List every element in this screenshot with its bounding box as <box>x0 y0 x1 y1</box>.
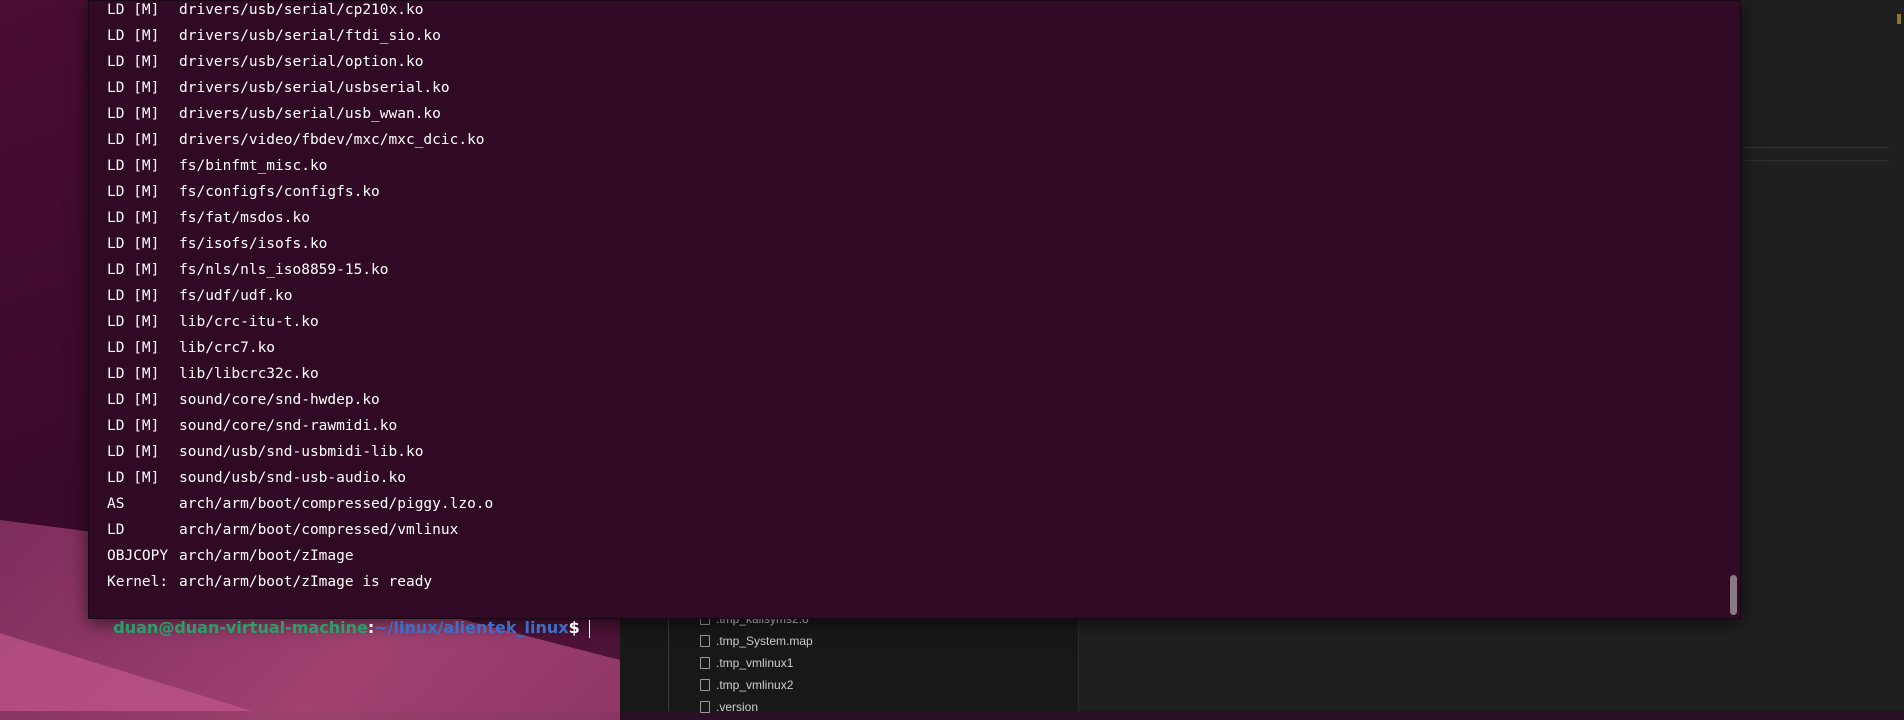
build-step-tag: LD [M] <box>107 106 160 122</box>
build-output-path: drivers/video/fbdev/mxc/mxc_dcic.ko <box>179 132 485 148</box>
file-icon <box>700 679 710 691</box>
terminal-line: LD [M] lib/libcrc32c.ko <box>107 365 319 391</box>
build-output-path: fs/udf/udf.ko <box>179 288 293 304</box>
terminal-line: LD [M] sound/usb/snd-usb-audio.ko <box>107 469 406 495</box>
build-output-path: lib/crc-itu-t.ko <box>179 314 319 330</box>
build-step-tag: LD [M] <box>107 2 160 18</box>
terminal-line: LD [M] sound/core/snd-rawmidi.ko <box>107 417 397 443</box>
build-output-path: sound/usb/snd-usbmidi-lib.ko <box>179 444 424 460</box>
terminal-line: LD [M] sound/usb/snd-usbmidi-lib.ko <box>107 443 423 469</box>
build-step-tag: LD [M] <box>107 314 160 330</box>
terminal-line: LD [M] drivers/usb/serial/cp210x.ko <box>107 1 423 27</box>
build-output-path: drivers/usb/serial/ftdi_sio.ko <box>179 28 441 44</box>
build-output-path: arch/arm/boot/zImage <box>179 548 354 564</box>
prompt-symbol: $ <box>568 618 580 637</box>
build-step-tag: LD [M] <box>107 262 160 278</box>
explorer-file-item[interactable]: .version <box>700 697 758 717</box>
build-output-path: sound/core/snd-hwdep.ko <box>179 392 380 408</box>
file-icon <box>700 657 710 669</box>
editor-divider <box>1744 147 1889 148</box>
terminal-line: LD [M] drivers/usb/serial/ftdi_sio.ko <box>107 27 441 53</box>
text-cursor <box>588 619 591 638</box>
build-output-path: drivers/usb/serial/usbserial.ko <box>179 80 450 96</box>
file-name: .tmp_System.map <box>716 634 813 648</box>
build-step-tag: LD [M] <box>107 210 160 226</box>
explorer-file-item[interactable]: .tmp_vmlinux1 <box>700 653 793 673</box>
explorer-file-item[interactable]: .tmp_vmlinux2 <box>700 675 793 695</box>
build-output-path: fs/binfmt_misc.ko <box>179 158 328 174</box>
build-step-tag: LD [M] <box>107 392 160 408</box>
build-step-tag: LD <box>107 522 125 538</box>
build-output-path: fs/fat/msdos.ko <box>179 210 310 226</box>
build-step-tag: LD [M] <box>107 80 160 96</box>
build-output-path: fs/nls/nls_iso8859-15.ko <box>179 262 389 278</box>
build-step-tag: OBJCOPY <box>107 548 169 564</box>
file-name: .version <box>716 700 759 714</box>
build-step-tag: LD [M] <box>107 444 160 460</box>
terminal-line: LD [M] lib/crc-itu-t.ko <box>107 313 319 339</box>
terminal-line: LD [M] fs/nls/nls_iso8859-15.ko <box>107 261 389 287</box>
build-output-path: drivers/usb/serial/option.ko <box>179 54 424 70</box>
build-step-tag: LD [M] <box>107 28 160 44</box>
terminal-line: LD [M] fs/isofs/isofs.ko <box>107 235 327 261</box>
terminal-output: LD [M] drivers/usb/serial/cp210x.ko LD [M]… <box>89 1 1720 618</box>
build-step-tag: LD [M] <box>107 158 160 174</box>
terminal-line: LD [M] drivers/video/fbdev/mxc/mxc_dcic.k… <box>107 131 485 157</box>
build-step-tag: Kernel: <box>107 574 169 590</box>
build-step-tag: AS <box>107 496 125 512</box>
terminal-line: OBJCOPY arch/arm/boot/zImage <box>107 547 354 573</box>
file-icon <box>700 701 710 713</box>
file-name: .tmp_vmlinux1 <box>716 656 794 670</box>
terminal-line: AS arch/arm/boot/compressed/piggy.lzo.o <box>107 495 493 521</box>
build-step-tag: LD [M] <box>107 340 160 356</box>
terminal-line: LD [M] fs/configfs/configfs.ko <box>107 183 380 209</box>
build-output-path: drivers/usb/serial/cp210x.ko <box>179 2 424 18</box>
terminal-window[interactable]: LD [M] drivers/usb/serial/cp210x.ko LD [M]… <box>88 0 1741 638</box>
terminal-line: LD [M] fs/fat/msdos.ko <box>107 209 310 235</box>
build-output-path: fs/configfs/configfs.ko <box>179 184 380 200</box>
terminal-line: LD [M] lib/crc7.ko <box>107 339 275 365</box>
build-step-tag: LD [M] <box>107 184 160 200</box>
prompt-user-host: duan@duan-virtual-machine <box>113 618 368 637</box>
terminal-line: LD [M] drivers/usb/serial/usb_wwan.ko <box>107 105 441 131</box>
build-step-tag: LD [M] <box>107 132 160 148</box>
build-output-path: fs/isofs/isofs.ko <box>179 236 328 252</box>
explorer-file-item[interactable]: .tmp_System.map <box>700 631 813 651</box>
terminal-line: LD [M] fs/binfmt_misc.ko <box>107 157 327 183</box>
minimap-marker <box>1897 14 1901 24</box>
build-output-path: arch/arm/boot/compressed/piggy.lzo.o <box>179 496 494 512</box>
file-icon <box>700 635 710 647</box>
terminal-line: LD arch/arm/boot/compressed/vmlinux <box>107 521 458 547</box>
indent-guide <box>668 610 669 711</box>
terminal-line: Kernel: arch/arm/boot/zImage is ready <box>107 573 432 599</box>
build-output-path: arch/arm/boot/compressed/vmlinux <box>179 522 459 538</box>
file-name: .tmp_vmlinux2 <box>716 678 794 692</box>
terminal-line: LD [M] fs/udf/udf.ko <box>107 287 293 313</box>
terminal-line: LD [M] sound/core/snd-hwdep.ko <box>107 391 380 417</box>
build-step-tag: LD [M] <box>107 288 160 304</box>
build-output-path: sound/usb/snd-usb-audio.ko <box>179 470 406 486</box>
build-output-path: lib/libcrc32c.ko <box>179 366 319 382</box>
build-step-tag: LD [M] <box>107 366 160 382</box>
terminal-line: LD [M] drivers/usb/serial/usbserial.ko <box>107 79 450 105</box>
build-output-path: drivers/usb/serial/usb_wwan.ko <box>179 106 441 122</box>
build-output-path: lib/crc7.ko <box>179 340 276 356</box>
build-output-path: arch/arm/boot/zImage is ready <box>179 574 433 590</box>
prompt-path: ~/linux/alientek_linux <box>374 618 569 637</box>
build-step-tag: LD [M] <box>107 54 160 70</box>
build-step-tag: LD [M] <box>107 470 160 486</box>
build-output-path: sound/core/snd-rawmidi.ko <box>179 418 398 434</box>
build-step-tag: LD [M] <box>107 418 160 434</box>
terminal-line: LD [M] drivers/usb/serial/option.ko <box>107 53 423 79</box>
build-step-tag: LD [M] <box>107 236 160 252</box>
terminal-scrollbar[interactable] <box>1730 575 1737 615</box>
terminal-prompt[interactable]: duan@duan-virtual-machine:~/linux/alient… <box>91 598 591 638</box>
editor-divider <box>1744 160 1889 161</box>
